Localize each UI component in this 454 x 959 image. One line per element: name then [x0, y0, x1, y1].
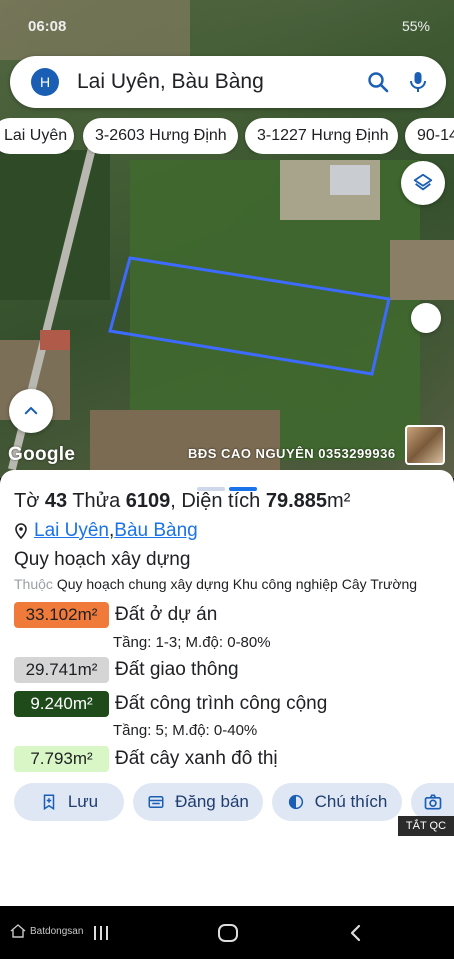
zone-area-badge: 9.240m² — [14, 691, 109, 717]
planning-heading: Quy hoạch xây dựng — [14, 549, 191, 570]
parcel-info-sheet: Tờ 43 Thửa 6109, Diện tích 79.885m² Lai … — [0, 470, 454, 906]
expand-button[interactable] — [9, 389, 53, 433]
search-icon[interactable] — [366, 70, 390, 94]
camera-add-icon — [424, 794, 442, 810]
zone-area-badge: 33.102m² — [14, 602, 109, 628]
house-icon — [10, 924, 26, 938]
zone-detail: Tầng: 5; M.độ: 0-40% — [113, 722, 258, 739]
zone-label: Đất cây xanh đô thị — [115, 748, 278, 769]
parcel-location: Lai Uyên, Bàu Bàng — [14, 520, 198, 542]
layers-button[interactable] — [401, 161, 445, 205]
recent-apps-button[interactable] — [91, 923, 111, 943]
brand-logo: Batdongsan — [10, 924, 83, 938]
chevron-up-icon — [24, 407, 38, 415]
layers-icon — [413, 173, 433, 191]
chip-lai-uyen[interactable]: Lai Uyên — [0, 118, 74, 154]
watermark-text: BĐS CAO NGUYÊN 0353299936 — [188, 446, 396, 461]
zone-row[interactable]: 7.793m² Đất cây xanh đô thị — [14, 746, 278, 772]
map-control-dot[interactable] — [411, 303, 441, 333]
suggestion-chips: Lai Uyên 3-2603 Hưng Định 3-1227 Hưng Đị… — [0, 118, 454, 154]
chip-90-14[interactable]: 90-14 — [405, 118, 454, 154]
zone-row[interactable]: 29.741m² Đất giao thông — [14, 657, 239, 683]
district-link[interactable]: Bàu Bàng — [114, 520, 197, 542]
home-button[interactable] — [217, 923, 239, 943]
zone-label: Đất giao thông — [115, 659, 239, 680]
post-sale-button[interactable]: Đăng bán — [133, 783, 263, 821]
system-nav-bar: Batdongsan — [0, 906, 454, 959]
zone-label: Đất ở dự án — [115, 604, 218, 625]
search-query[interactable]: Lai Uyên, Bàu Bàng — [77, 70, 366, 94]
legend-button[interactable]: Chú thích — [272, 783, 402, 821]
sheet-handle[interactable] — [197, 478, 257, 491]
satellite-map[interactable]: 06:08 55% H Lai Uyên, Bàu Bàng Lai Uyên … — [0, 0, 454, 478]
location-pin-icon — [15, 523, 27, 539]
zone-area-badge: 29.741m² — [14, 657, 109, 683]
save-button[interactable]: Lưu — [14, 783, 124, 821]
back-button[interactable] — [346, 923, 366, 943]
chip-3-2603[interactable]: 3-2603 Hưng Định — [83, 118, 238, 154]
planning-name: Thuộc Quy hoạch chung xây dựng Khu công … — [14, 576, 418, 592]
search-bar[interactable]: H Lai Uyên, Bàu Bàng — [10, 56, 446, 108]
chip-3-1227[interactable]: 3-1227 Hưng Định — [245, 118, 398, 154]
google-logo: Google — [8, 444, 76, 465]
contrast-icon — [288, 794, 303, 810]
parcel-title: Tờ 43 Thửa 6109, Diện tích 79.885m² — [14, 490, 351, 512]
bookmark-add-icon — [43, 794, 55, 811]
zone-area-badge: 7.793m² — [14, 746, 109, 772]
zone-detail: Tầng: 1-3; M.độ: 0-80% — [113, 634, 271, 651]
action-bar: Lưu Đăng bán Chú thích — [14, 783, 454, 821]
listing-icon — [148, 796, 164, 808]
profile-photo[interactable] — [405, 425, 445, 465]
status-battery: 55% — [401, 18, 430, 34]
zone-label: Đất công trình công cộng — [115, 693, 328, 714]
zone-row[interactable]: 9.240m² Đất công trình công cộng — [14, 691, 327, 717]
zone-row[interactable]: 33.102m² Đất ở dự án — [14, 602, 217, 628]
mic-icon[interactable] — [406, 70, 430, 94]
account-avatar[interactable]: H — [31, 68, 59, 96]
status-time: 06:08 — [28, 18, 67, 35]
ward-link[interactable]: Lai Uyên — [34, 520, 109, 542]
hide-ads-button[interactable]: TẮT QC — [398, 816, 454, 836]
